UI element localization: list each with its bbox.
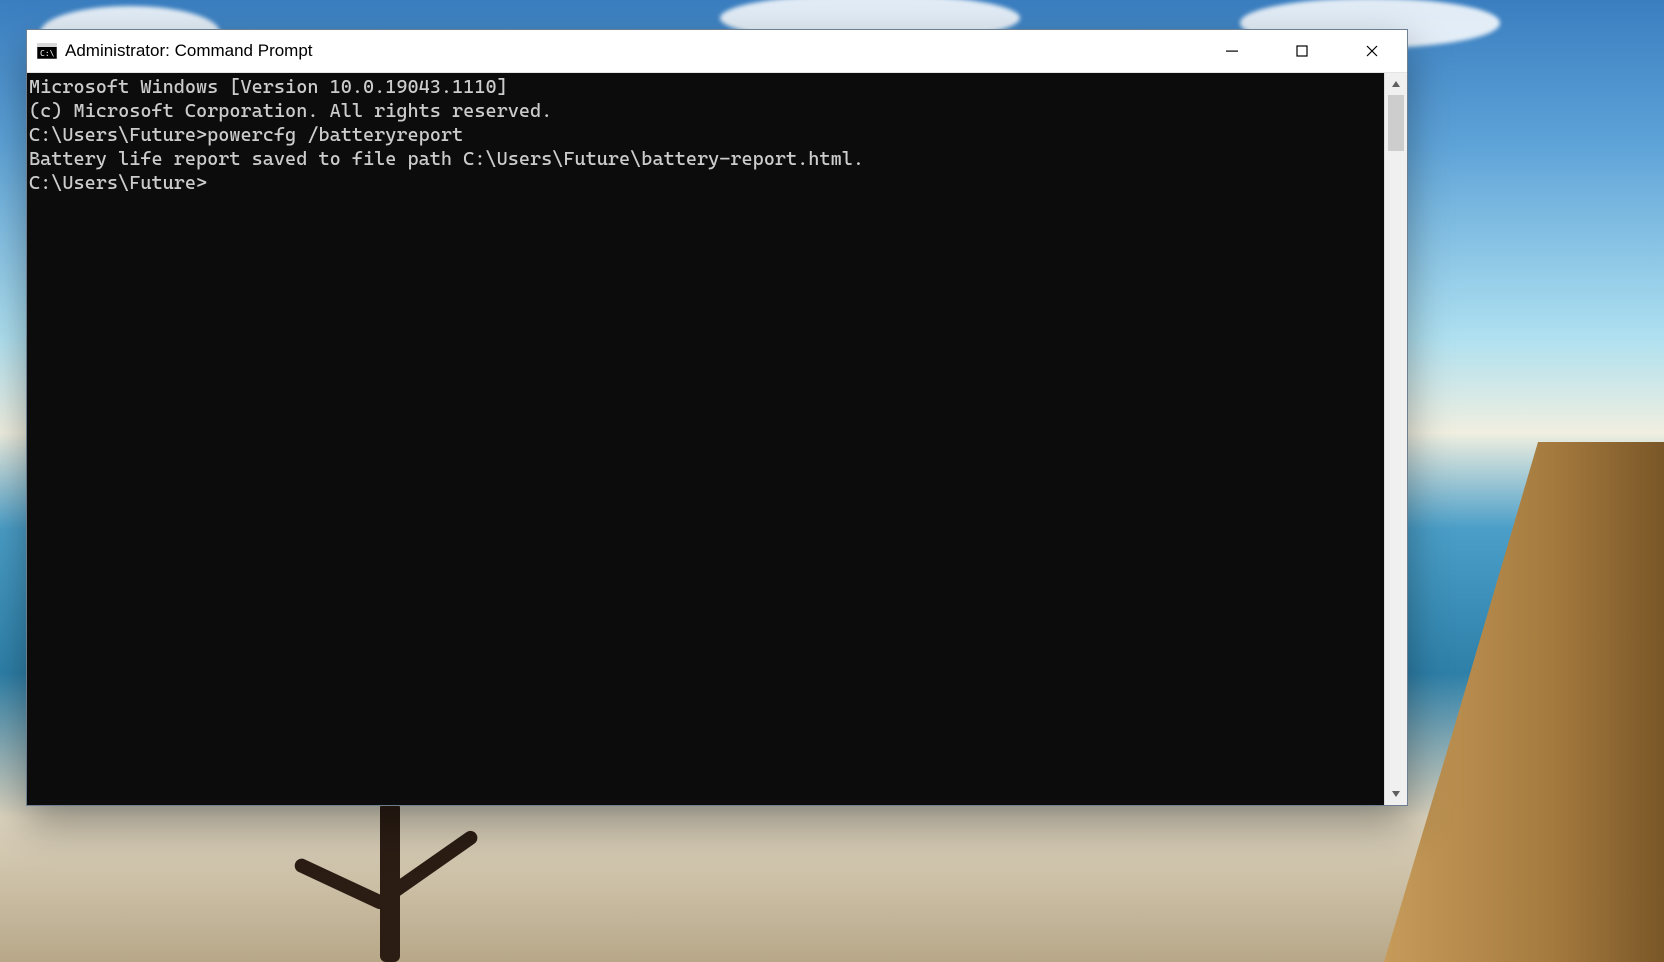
svg-text:C:\: C:\ xyxy=(40,49,55,58)
tree-decoration xyxy=(310,802,470,962)
terminal-line: C:\Users\Future>powercfg /batteryreport xyxy=(27,123,1384,147)
close-button[interactable] xyxy=(1337,30,1407,72)
terminal-line: C:\Users\Future> xyxy=(27,171,1384,195)
scroll-up-button[interactable] xyxy=(1385,73,1407,95)
terminal-output[interactable]: Microsoft Windows [Version 10.0.19043.11… xyxy=(27,73,1384,805)
cmd-icon: C:\ xyxy=(37,42,57,60)
scrollbar-thumb[interactable] xyxy=(1388,95,1404,151)
scrollbar-track[interactable] xyxy=(1385,95,1407,783)
scroll-down-button[interactable] xyxy=(1385,783,1407,805)
command-prompt-window: C:\ Administrator: Command Prompt Micros… xyxy=(26,29,1408,806)
terminal-line: (c) Microsoft Corporation. All rights re… xyxy=(27,99,1384,123)
terminal-line: Battery life report saved to file path C… xyxy=(27,147,1384,171)
maximize-button[interactable] xyxy=(1267,30,1337,72)
minimize-button[interactable] xyxy=(1197,30,1267,72)
cliff-decoration xyxy=(1384,442,1664,962)
scrollbar[interactable] xyxy=(1384,73,1407,805)
window-title: Administrator: Command Prompt xyxy=(65,41,313,61)
window-titlebar[interactable]: C:\ Administrator: Command Prompt xyxy=(27,30,1407,73)
terminal-line: Microsoft Windows [Version 10.0.19043.11… xyxy=(27,75,1384,99)
